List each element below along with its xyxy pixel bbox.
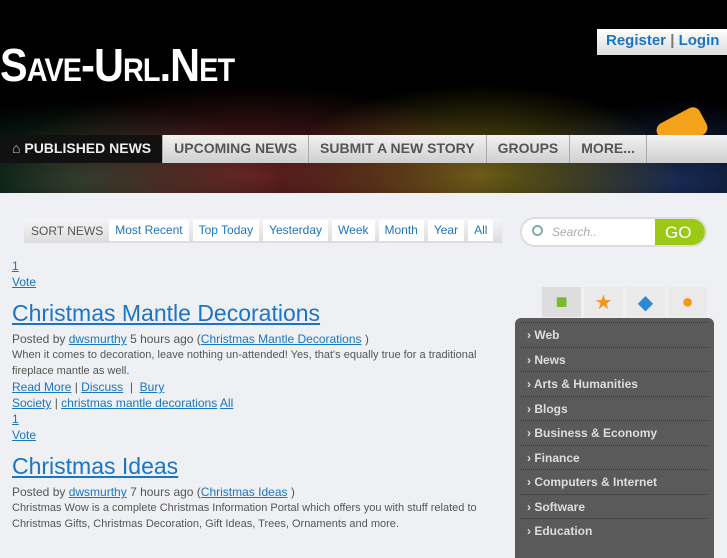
time-ago: 7 hours ago ( [130,485,201,499]
separator: | [670,32,675,49]
category-web[interactable]: › Web [521,322,708,347]
paren: ) [364,332,369,346]
discuss-link[interactable]: Discuss [81,380,123,394]
bury-link[interactable]: Bury [140,380,165,394]
category-education[interactable]: › Education [521,518,708,543]
vote-link[interactable]: Vote [12,428,36,442]
nav-groups[interactable]: GROUPS [487,135,571,163]
category-label: Education [534,524,593,538]
category-blogs[interactable]: › Blogs [521,395,708,421]
search-box: Search.. GO [520,217,707,247]
category-label: Business & Economy [534,426,658,440]
source-link[interactable]: Christmas Mantle Decorations [201,332,362,346]
category-label: Blogs [534,401,568,416]
main-nav: ⌂ PUBLISHED NEWS UPCOMING NEWS SUBMIT A … [0,135,727,163]
comment-icon[interactable]: ● [668,287,707,317]
category-panel: › Web › News › Arts & Humanities › Blogs… [515,318,714,558]
nav-submit-story[interactable]: SUBMIT A NEW STORY [309,135,487,163]
paren: ) [290,485,295,499]
sort-bar: SORT NEWS Most Recent Top Today Yesterda… [24,218,502,243]
author-link[interactable]: dwsmurthy [69,485,127,499]
posted-by: Posted by [12,485,66,499]
category-label: Finance [534,450,580,465]
tag-link[interactable]: christmas mantle decorations [61,396,217,410]
read-more-link[interactable]: Read More [12,380,71,394]
vote-count[interactable]: 1 [12,412,19,426]
story-description: Christmas Wow is a complete Christmas In… [12,502,477,530]
time-ago: 5 hours ago ( [130,332,201,346]
posted-by: Posted by [12,332,66,346]
story-list: 1 Vote Christmas Mantle Decorations Post… [12,258,492,532]
category-computers[interactable]: › Computers & Internet [521,469,708,494]
category-software[interactable]: › Software [521,493,708,519]
tag-icon[interactable]: ◆ [626,287,665,317]
category-label: Software [534,499,586,514]
all-link[interactable]: All [220,396,233,410]
site-logo[interactable]: Save-Url.Net [0,38,235,92]
category-label: News [534,352,566,367]
sort-label: SORT NEWS [31,223,104,238]
story: 1 Vote Christmas Mantle Decorations Post… [12,258,492,411]
category-label: Web [534,328,560,342]
sort-week[interactable]: Week [332,220,375,241]
story-title[interactable]: Christmas Ideas [12,453,492,480]
go-button[interactable]: GO [655,219,705,245]
sort-yesterday[interactable]: Yesterday [263,220,329,241]
search-input[interactable]: Search.. [552,225,597,239]
category-link[interactable]: Society [12,396,51,410]
auth-box: Register | Login [597,29,727,55]
category-label: Arts & Humanities [533,377,638,391]
category-finance[interactable]: › Finance [521,444,708,470]
sort-year[interactable]: Year [427,220,465,241]
nav-label: PUBLISHED NEWS [24,140,152,156]
sort-most-recent[interactable]: Most Recent [109,220,189,241]
vote-count[interactable]: 1 [12,259,19,273]
category-label: Computers & Internet [534,475,658,489]
sidebar-tabs: ■ ★ ◆ ● [542,287,707,317]
home-icon: ⌂ [12,140,25,156]
sort-month[interactable]: Month [378,220,424,241]
source-link[interactable]: Christmas Ideas [201,485,288,499]
header: Save-Url.Net Register | Login ⌂ PUBLISHE… [0,0,727,193]
nav-published-news[interactable]: ⌂ PUBLISHED NEWS [0,135,164,163]
sort-all[interactable]: All [468,220,494,241]
story-description: When it comes to decoration, leave nothi… [12,349,477,377]
category-arts[interactable]: › Arts & Humanities [521,371,708,396]
sort-top-today[interactable]: Top Today [192,220,260,241]
category-business[interactable]: › Business & Economy [521,420,708,445]
star-icon[interactable]: ★ [584,287,623,317]
author-link[interactable]: dwsmurthy [69,332,127,346]
vote-link[interactable]: Vote [12,275,36,289]
story: 1 Vote Christmas Ideas Posted by dwsmurt… [12,411,492,532]
folder-icon[interactable]: ■ [542,287,581,317]
search-icon [532,225,543,236]
register-link[interactable]: Register [606,32,666,49]
nav-upcoming-news[interactable]: UPCOMING NEWS [163,135,310,163]
login-link[interactable]: Login [679,32,720,49]
category-news[interactable]: › News [521,346,708,372]
nav-more[interactable]: MORE... [570,135,647,163]
story-title[interactable]: Christmas Mantle Decorations [12,300,492,327]
